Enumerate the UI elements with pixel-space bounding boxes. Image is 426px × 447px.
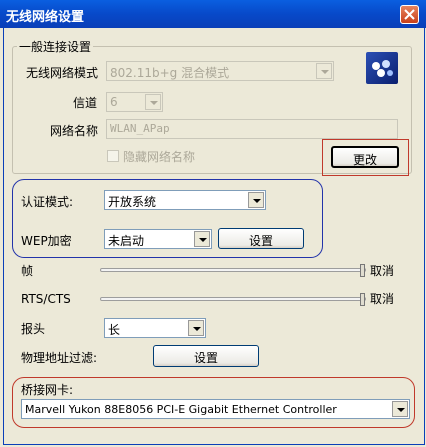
channel-dropdown[interactable]: 6 bbox=[106, 92, 163, 112]
title-bar[interactable]: 无线网络设置 bbox=[0, 0, 426, 28]
mac-filter-settings-button-label: 设置 bbox=[193, 351, 218, 365]
auth-mode-label: 认证模式: bbox=[21, 195, 74, 209]
wireless-mode-dropdown[interactable]: 802.11b+g 混合模式 bbox=[106, 61, 334, 81]
close-button[interactable] bbox=[400, 5, 419, 24]
wep-dropdown[interactable]: 未启动 bbox=[104, 229, 212, 249]
general-settings-legend: 一般连接设置 bbox=[17, 38, 94, 55]
preamble-label: 报头 bbox=[21, 322, 46, 336]
chevron-down-icon bbox=[145, 94, 161, 110]
chevron-down-icon bbox=[392, 401, 408, 417]
bridge-legend: 桥接网卡: bbox=[21, 383, 74, 397]
preamble-dropdown[interactable]: 长 bbox=[104, 318, 206, 338]
chevron-down-icon bbox=[316, 63, 332, 79]
ssid-label: 网络名称 bbox=[50, 124, 99, 138]
wireless-network-icon bbox=[366, 52, 398, 84]
auth-mode-dropdown[interactable]: 开放系统 bbox=[104, 190, 266, 210]
close-icon bbox=[404, 9, 415, 20]
mac-filter-settings-button[interactable]: 设置 bbox=[153, 345, 259, 367]
wep-settings-button-label: 设置 bbox=[248, 234, 273, 248]
hide-ssid-checkbox[interactable] bbox=[107, 150, 119, 162]
preamble-value: 长 bbox=[108, 323, 121, 337]
channel-value: 6 bbox=[110, 95, 118, 109]
change-button[interactable]: 更改 bbox=[331, 146, 399, 168]
chevron-down-icon bbox=[188, 320, 204, 336]
frame-slider-thumb[interactable] bbox=[360, 264, 365, 277]
wep-settings-button[interactable]: 设置 bbox=[218, 228, 304, 249]
frame-cancel-label: 取消 bbox=[370, 264, 395, 278]
wireless-mode-value: 802.11b+g 混合模式 bbox=[110, 66, 230, 80]
wireless-mode-label: 无线网络模式 bbox=[26, 66, 99, 80]
wep-value: 未启动 bbox=[108, 234, 145, 248]
rts-label: RTS/CTS bbox=[21, 292, 71, 306]
bridge-adapter-value: Marvell Yukon 88E8056 PCI-E Gigabit Ethe… bbox=[25, 403, 337, 416]
channel-label: 信道 bbox=[73, 96, 98, 110]
ssid-input[interactable]: WLAN_APap bbox=[106, 119, 398, 139]
chevron-down-icon bbox=[248, 192, 264, 208]
mac-filter-label: 物理地址过滤: bbox=[21, 351, 98, 365]
frame-slider-track[interactable] bbox=[100, 268, 366, 272]
wep-label: WEP加密 bbox=[21, 234, 72, 248]
rts-slider-thumb[interactable] bbox=[360, 293, 365, 306]
window-title: 无线网络设置 bbox=[6, 10, 85, 25]
hide-ssid-label: 隐藏网络名称 bbox=[123, 150, 196, 164]
change-button-label: 更改 bbox=[352, 153, 377, 167]
chevron-down-icon bbox=[194, 231, 210, 247]
auth-mode-value: 开放系统 bbox=[108, 195, 157, 209]
rts-slider-track[interactable] bbox=[100, 297, 366, 301]
bridge-adapter-dropdown[interactable]: Marvell Yukon 88E8056 PCI-E Gigabit Ethe… bbox=[21, 399, 410, 419]
frame-label: 帧 bbox=[21, 264, 34, 278]
ssid-value: WLAN_APap bbox=[110, 122, 170, 135]
rts-cancel-label: 取消 bbox=[370, 292, 395, 306]
